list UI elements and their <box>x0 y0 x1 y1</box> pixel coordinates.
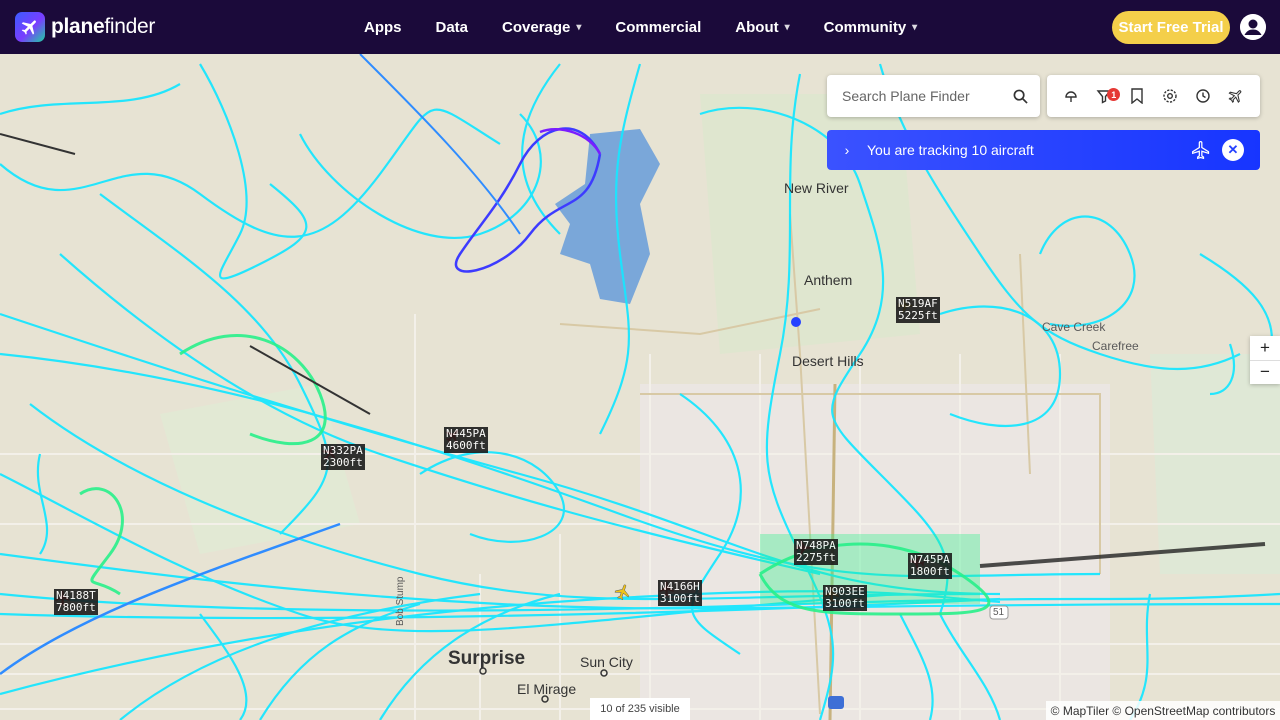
chevron-down-icon: ▾ <box>912 21 918 33</box>
aircraft-n332pa[interactable]: N332PA 2300ft <box>321 444 365 470</box>
place-anthem: Anthem <box>804 272 853 288</box>
aircraft-label: N903EE 3100ft <box>823 585 867 611</box>
tracked-plane-icon <box>1186 140 1216 160</box>
nav-commercial[interactable]: Commercial <box>615 19 701 36</box>
map-attribution[interactable]: © MapTiler © OpenStreetMap contributors <box>1046 701 1280 720</box>
aircraft-n903ee[interactable]: N903EE 3100ft <box>823 585 867 611</box>
aircraft-altitude: 2275ft <box>796 551 836 564</box>
map-toolbar: 1 <box>1047 75 1260 117</box>
place-bob-stump-road: Bob Stump <box>395 576 406 626</box>
aircraft-n745pa[interactable]: N745PA 1800ft <box>908 553 952 579</box>
visible-aircraft-count: 10 of 235 visible <box>590 698 690 720</box>
chevron-down-icon: ▾ <box>576 21 582 33</box>
nav-about[interactable]: About ▾ <box>735 19 789 36</box>
zoom-controls: + − <box>1250 336 1280 384</box>
place-new-river: New River <box>784 180 849 196</box>
nav-community[interactable]: Community ▾ <box>824 19 918 36</box>
aircraft-label: N4166H 3100ft <box>658 580 702 606</box>
place-desert-hills: Desert Hills <box>792 353 864 369</box>
aircraft-altitude: 2300ft <box>323 456 363 469</box>
brand-name-prefix: plane <box>51 15 105 38</box>
place-carefree: Carefree <box>1092 339 1139 353</box>
aircraft-icon <box>614 584 630 601</box>
tracking-text: You are tracking 10 aircraft <box>867 142 1034 158</box>
weather-icon[interactable] <box>1061 86 1081 106</box>
filter-icon[interactable]: 1 <box>1094 86 1121 106</box>
aircraft-label: N745PA 1800ft <box>908 553 952 579</box>
planefinder-logo-icon <box>15 12 45 42</box>
account-icon[interactable] <box>1240 14 1266 40</box>
settings-gear-icon[interactable] <box>1160 86 1180 106</box>
place-el-mirage: El Mirage <box>517 681 577 697</box>
search-input[interactable]: Search Plane Finder <box>827 75 1040 117</box>
aircraft-n445pa[interactable]: N445PA 4600ft <box>444 427 488 453</box>
nav-community-label: Community <box>823 18 907 36</box>
planefinder-logo[interactable]: planefinder <box>15 12 155 42</box>
aircraft-altitude: 1800ft <box>910 565 950 578</box>
nav-about-label: About <box>735 18 779 36</box>
aircraft-label: N519AF 5225ft <box>896 297 940 323</box>
nav-apps-label: Apps <box>364 18 402 36</box>
aircraft-n4188t[interactable]: N4188T 7800ft <box>54 589 98 615</box>
brand-name: planefinder <box>51 15 155 39</box>
filter-count-badge: 1 <box>1107 88 1121 101</box>
main-nav: Apps Data Coverage ▾ Commercial About ▾ Co… <box>364 0 951 54</box>
place-sun-city: Sun City <box>580 654 633 670</box>
aircraft-label: N748PA 2275ft <box>794 539 838 565</box>
place-surprise: Surprise <box>448 648 526 669</box>
nav-coverage[interactable]: Coverage ▾ <box>502 19 581 36</box>
zoom-in-button[interactable]: + <box>1250 336 1280 360</box>
search-icon[interactable] <box>1000 89 1040 104</box>
zoom-out-button[interactable]: − <box>1250 359 1280 385</box>
place-cave-creek: Cave Creek <box>1042 320 1106 334</box>
nav-data[interactable]: Data <box>436 19 469 36</box>
aircraft-altitude: 4600ft <box>446 439 486 452</box>
top-navigation-bar: planefinder Apps Data Coverage ▾ Commerci… <box>0 0 1280 54</box>
nav-apps[interactable]: Apps <box>364 19 402 36</box>
nav-commercial-label: Commercial <box>615 18 702 36</box>
bookmark-icon[interactable] <box>1127 86 1147 106</box>
aircraft-altitude: 3100ft <box>825 597 865 610</box>
search-placeholder: Search Plane Finder <box>842 88 970 104</box>
airport-plane-icon[interactable] <box>1226 86 1246 106</box>
chevron-down-icon: ▾ <box>784 21 790 33</box>
aircraft-altitude: 3100ft <box>660 592 700 605</box>
history-icon[interactable] <box>1193 86 1213 106</box>
route-51-shield: 51 <box>993 607 1005 618</box>
aircraft-altitude: 7800ft <box>56 601 96 614</box>
chevron-right-icon[interactable]: › <box>827 142 867 158</box>
start-free-trial-button[interactable]: Start Free Trial <box>1112 11 1230 44</box>
close-icon[interactable]: ✕ <box>1222 139 1244 161</box>
brand-name-suffix: finder <box>104 15 156 38</box>
aircraft-altitude: 5225ft <box>898 309 938 322</box>
aircraft-n748pa[interactable]: N748PA 2275ft <box>794 539 838 565</box>
tracking-banner[interactable]: › You are tracking 10 aircraft ✕ <box>827 130 1260 170</box>
aircraft-n4166h[interactable]: N4166H 3100ft <box>658 580 702 606</box>
aircraft-label: N332PA 2300ft <box>321 444 365 470</box>
aircraft-label: N4188T 7800ft <box>54 589 98 615</box>
aircraft-n519af[interactable]: N519AF 5225ft <box>896 297 940 323</box>
nav-coverage-label: Coverage <box>502 18 571 36</box>
nav-data-label: Data <box>435 18 469 36</box>
aircraft-label: N445PA 4600ft <box>444 427 488 453</box>
